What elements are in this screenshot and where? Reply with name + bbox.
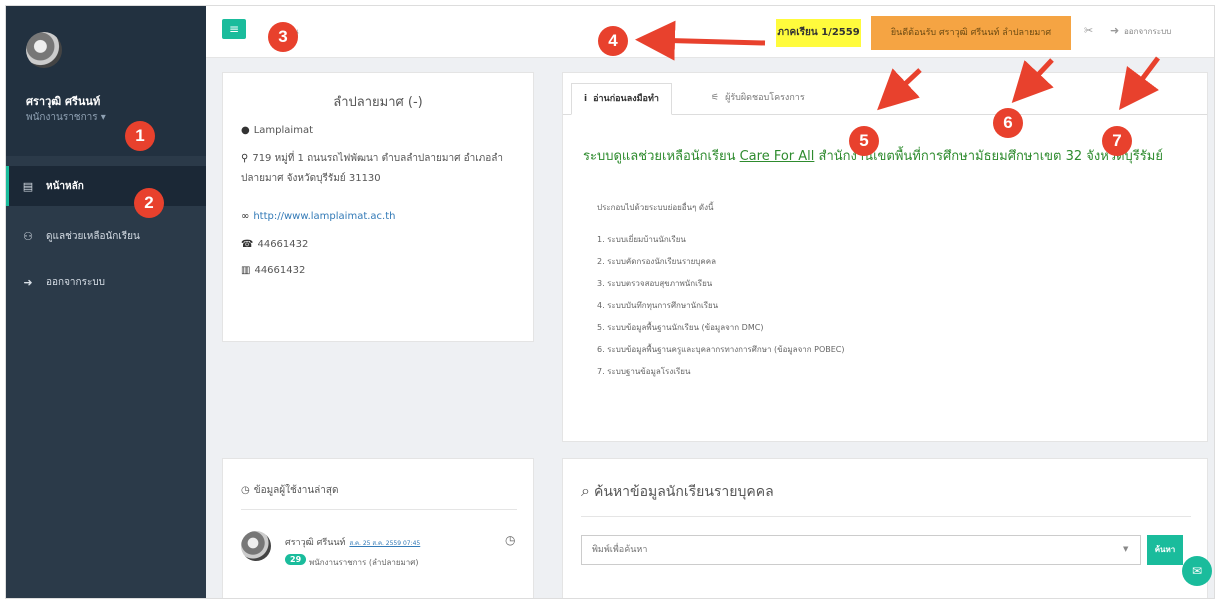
arrow-7 — [1119, 56, 1160, 111]
callout-7: 7 — [1102, 126, 1132, 156]
callout-3: 3 — [268, 22, 298, 52]
callout-1: 1 — [125, 121, 155, 151]
arrow-6 — [1011, 58, 1054, 103]
arrow-4 — [635, 20, 766, 61]
annotation-arrows — [635, 20, 1160, 111]
arrow-5 — [877, 68, 922, 111]
callout-5: 5 — [849, 126, 879, 156]
callout-2: 2 — [134, 188, 164, 218]
callout-6: 6 — [993, 108, 1023, 138]
callout-4: 4 — [598, 26, 628, 56]
